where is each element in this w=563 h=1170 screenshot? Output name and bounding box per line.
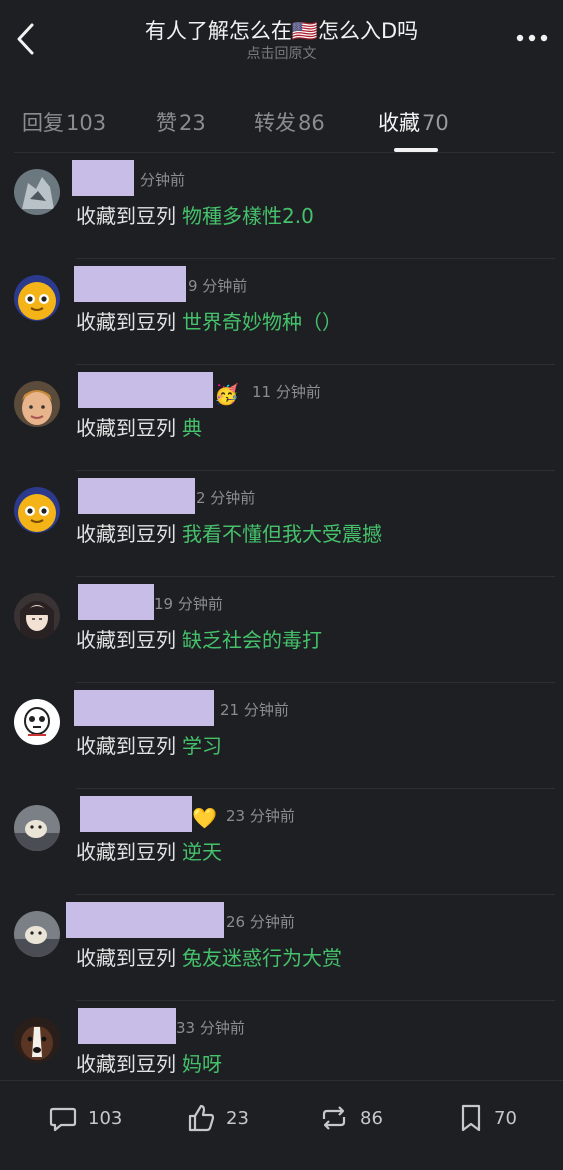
more-options-icon[interactable] — [515, 28, 549, 48]
list-item[interactable]: 2 分钟前 收藏到豆列 我看不懂但我大受震撼 — [0, 471, 563, 577]
timestamp: 2 分钟前 — [196, 489, 256, 507]
reply-count: 103 — [88, 1107, 123, 1129]
comment-icon — [49, 1107, 77, 1132]
avatar[interactable] — [14, 1017, 60, 1063]
like-count: 23 — [226, 1107, 249, 1129]
top-bar: 有人了解怎么在🇺🇸怎么入D吗 点击回原文 — [0, 0, 563, 80]
list-item[interactable]: 🥳 11 分钟前 收藏到豆列典 — [0, 365, 563, 471]
tab-count: 103 — [66, 111, 107, 135]
repost-count: 86 — [360, 1107, 383, 1129]
action-verb: 收藏到豆列 — [76, 840, 176, 864]
doulist-link[interactable]: 兔友迷惑行为大赏 — [182, 946, 342, 970]
doulist-link[interactable]: 典 — [182, 416, 202, 440]
list-item[interactable]: 26 分钟前 收藏到豆列 兔友迷惑行为大赏 — [0, 895, 563, 1001]
tab-count: 70 — [422, 111, 449, 135]
avatar[interactable] — [14, 487, 60, 533]
action-verb: 收藏到豆列 — [76, 946, 176, 970]
repost-icon — [322, 1106, 346, 1130]
like-button[interactable]: 23 — [186, 1103, 249, 1133]
tab-label: 赞 — [156, 111, 177, 135]
username-redacted[interactable] — [80, 796, 192, 832]
repost-button[interactable]: 86 — [318, 1103, 383, 1133]
collect-list: 分钟前 收藏到豆列物種多樣性2.0 9 分钟前 收藏到豆列世界奇妙物种（） — [0, 153, 563, 1107]
avatar[interactable] — [14, 169, 60, 215]
collect-button[interactable]: 70 — [458, 1103, 517, 1133]
timestamp: 21 分钟前 — [220, 701, 289, 719]
username-redacted[interactable] — [78, 372, 213, 408]
doulist-link[interactable]: 我看不懂但我大受震撼 — [182, 522, 382, 546]
action-verb: 收藏到豆列 — [76, 522, 176, 546]
action-verb: 收藏到豆列 — [76, 628, 176, 652]
username-redacted[interactable] — [78, 584, 154, 620]
tab-label: 转发 — [254, 111, 296, 135]
timestamp: 11 分钟前 — [252, 383, 321, 401]
avatar[interactable] — [14, 381, 60, 427]
doulist-link[interactable]: 物種多樣性2.0 — [182, 204, 314, 228]
collect-action: 收藏到豆列 物種多樣性2.0 — [76, 200, 314, 229]
action-verb: 收藏到豆列 — [76, 204, 176, 228]
collect-count: 70 — [494, 1107, 517, 1129]
yellow-heart-emoji-icon: 💛 — [192, 806, 217, 830]
action-verb: 收藏到豆列 — [76, 310, 176, 334]
username-redacted[interactable] — [66, 902, 224, 938]
party-face-emoji-icon: 🥳 — [214, 382, 239, 406]
action-verb: 收藏到豆列 — [76, 1052, 176, 1076]
collect-action: 收藏到豆列典 — [76, 412, 202, 441]
collect-action: 收藏到豆列 兔友迷惑行为大赏 — [76, 942, 342, 971]
avatar[interactable] — [14, 699, 60, 745]
timestamp: 19 分钟前 — [154, 595, 223, 613]
tab-count: 86 — [298, 111, 325, 135]
timestamp: 23 分钟前 — [226, 807, 295, 825]
collect-action: 收藏到豆列 缺乏社会的毒打 — [76, 624, 322, 653]
doulist-link[interactable]: 逆天 — [182, 840, 222, 864]
collect-action: 收藏到豆列 学习 — [76, 730, 222, 759]
username-redacted[interactable] — [78, 1008, 176, 1044]
list-item[interactable]: 分钟前 收藏到豆列 物種多樣性2.0 — [0, 153, 563, 259]
avatar[interactable] — [14, 805, 60, 851]
doulist-link[interactable]: 学习 — [182, 734, 222, 758]
bookmark-icon — [461, 1104, 481, 1132]
tab-count: 23 — [179, 111, 206, 135]
collect-action: 收藏到豆列 妈呀 — [76, 1048, 222, 1077]
collect-action: 收藏到豆列 世界奇妙物种（） — [76, 306, 342, 335]
tab-collects[interactable]: 收藏70 — [378, 107, 449, 137]
action-verb: 收藏到豆列 — [76, 734, 176, 758]
avatar[interactable] — [14, 275, 60, 321]
username-redacted[interactable] — [72, 160, 134, 196]
collect-action: 收藏到豆列 逆天 — [76, 836, 222, 865]
action-verb: 收藏到豆列 — [76, 416, 176, 440]
thumbs-up-icon — [188, 1104, 215, 1132]
doulist-link[interactable]: 妈呀 — [182, 1052, 222, 1076]
tab-label: 收藏 — [378, 111, 420, 135]
tab-bar: 回复103 赞23 转发86 收藏70 — [0, 95, 563, 153]
list-item[interactable]: 19 分钟前 收藏到豆列 缺乏社会的毒打 — [0, 577, 563, 683]
doulist-link[interactable]: 缺乏社会的毒打 — [182, 628, 322, 652]
avatar[interactable] — [14, 911, 60, 957]
tab-likes[interactable]: 赞23 — [156, 107, 206, 137]
avatar[interactable] — [14, 593, 60, 639]
timestamp: 33 分钟前 — [176, 1019, 245, 1037]
list-item[interactable]: 9 分钟前 收藏到豆列 世界奇妙物种（） — [0, 259, 563, 365]
timestamp: 26 分钟前 — [226, 913, 295, 931]
tab-reposts[interactable]: 转发86 — [254, 107, 325, 137]
back-to-original-link[interactable]: 点击回原文 — [60, 43, 503, 63]
reply-button[interactable]: 103 — [48, 1103, 122, 1133]
collect-action: 收藏到豆列 我看不懂但我大受震撼 — [76, 518, 382, 547]
back-arrow-icon[interactable] — [12, 20, 42, 58]
username-redacted[interactable] — [74, 266, 186, 302]
list-item[interactable]: 21 分钟前 收藏到豆列 学习 — [0, 683, 563, 789]
bottom-action-bar: 103 23 86 70 — [0, 1080, 563, 1170]
timestamp: 分钟前 — [140, 171, 186, 189]
username-redacted[interactable] — [74, 690, 214, 726]
post-title[interactable]: 有人了解怎么在🇺🇸怎么入D吗 — [60, 15, 503, 45]
list-item[interactable]: 💛 23 分钟前 收藏到豆列 逆天 — [0, 789, 563, 895]
timestamp: 9 分钟前 — [188, 277, 248, 295]
tab-replies[interactable]: 回复103 — [22, 107, 106, 137]
tab-label: 回复 — [22, 111, 64, 135]
doulist-link[interactable]: 世界奇妙物种（） — [182, 310, 342, 334]
username-redacted[interactable] — [78, 478, 195, 514]
